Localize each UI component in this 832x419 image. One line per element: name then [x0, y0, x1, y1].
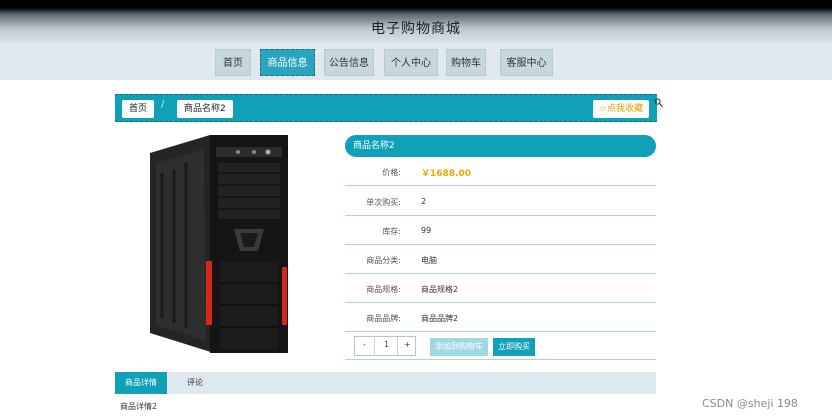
- product-name-heading: 商品名称2: [345, 135, 656, 157]
- nav-products[interactable]: 商品信息: [260, 49, 315, 76]
- category-value: 电脑: [421, 256, 437, 265]
- quantity-decrease-button[interactable]: -: [363, 340, 366, 349]
- category-row: 商品分类: 电脑: [345, 245, 656, 274]
- nav-announcements[interactable]: 公告信息: [324, 49, 374, 76]
- spec-value: 商品规格2: [421, 285, 459, 294]
- brand-label: 商品品牌:: [366, 314, 401, 323]
- stock-label: 库存:: [382, 227, 401, 236]
- purchase-limit-label: 单次购买:: [366, 198, 401, 207]
- main-nav: 首页 商品信息 公告信息 个人中心 购物车 客服中心: [0, 46, 832, 80]
- nav-service[interactable]: 客服中心: [500, 49, 553, 76]
- breadcrumb-current: 商品名称2: [177, 100, 233, 118]
- buy-now-button[interactable]: 立即购买: [493, 338, 535, 356]
- price-label: 价格:: [382, 168, 401, 177]
- brand-row: 商品品牌: 商品品牌2: [345, 303, 656, 332]
- quantity-input-wrapper: 1: [374, 337, 398, 355]
- add-to-cart-button[interactable]: 添加到购物车: [430, 338, 488, 356]
- purchase-limit-row: 单次购买: 2: [345, 187, 656, 216]
- stock-row: 库存: 99: [345, 216, 656, 245]
- quantity-increase-button[interactable]: +: [404, 340, 411, 349]
- quantity-input[interactable]: 1: [384, 340, 389, 349]
- site-title: 电子购物商城: [371, 21, 461, 37]
- search-icon: [654, 98, 663, 108]
- purchase-limit-value: 2: [421, 197, 427, 206]
- quantity-stepper: - 1 +: [354, 336, 416, 356]
- category-label: 商品分类:: [366, 256, 401, 265]
- product-image: [150, 135, 288, 353]
- brand-value: 商品品牌2: [421, 314, 459, 323]
- nav-home[interactable]: 首页: [215, 49, 251, 76]
- price-value: ￥1688.00: [421, 169, 471, 179]
- spec-label: 商品规格:: [366, 285, 401, 294]
- spec-row: 商品规格: 商品规格2: [345, 274, 656, 303]
- tab-product-details[interactable]: 商品详情: [115, 372, 167, 394]
- breadcrumb-home[interactable]: 首页: [122, 100, 155, 118]
- breadcrumb-separator: /: [161, 99, 165, 110]
- tab-comments[interactable]: 评论: [175, 372, 215, 394]
- product-detail-text: 商品详情2: [120, 402, 158, 411]
- price-row: 价格: ￥1688.00: [345, 157, 656, 186]
- nav-user-center[interactable]: 个人中心: [384, 49, 438, 76]
- stock-value: 99: [421, 226, 432, 235]
- header: 电子购物商城: [0, 0, 832, 46]
- divider: [345, 359, 656, 360]
- nav-cart[interactable]: 购物车: [446, 49, 486, 76]
- watermark: CSDN @sheji 198: [702, 397, 798, 410]
- favorite-button[interactable]: ☆点我收藏: [592, 100, 649, 118]
- detail-tabs: 商品详情 评论: [115, 372, 656, 394]
- breadcrumb: 首页 / 商品名称2 ☆点我收藏: [115, 94, 657, 122]
